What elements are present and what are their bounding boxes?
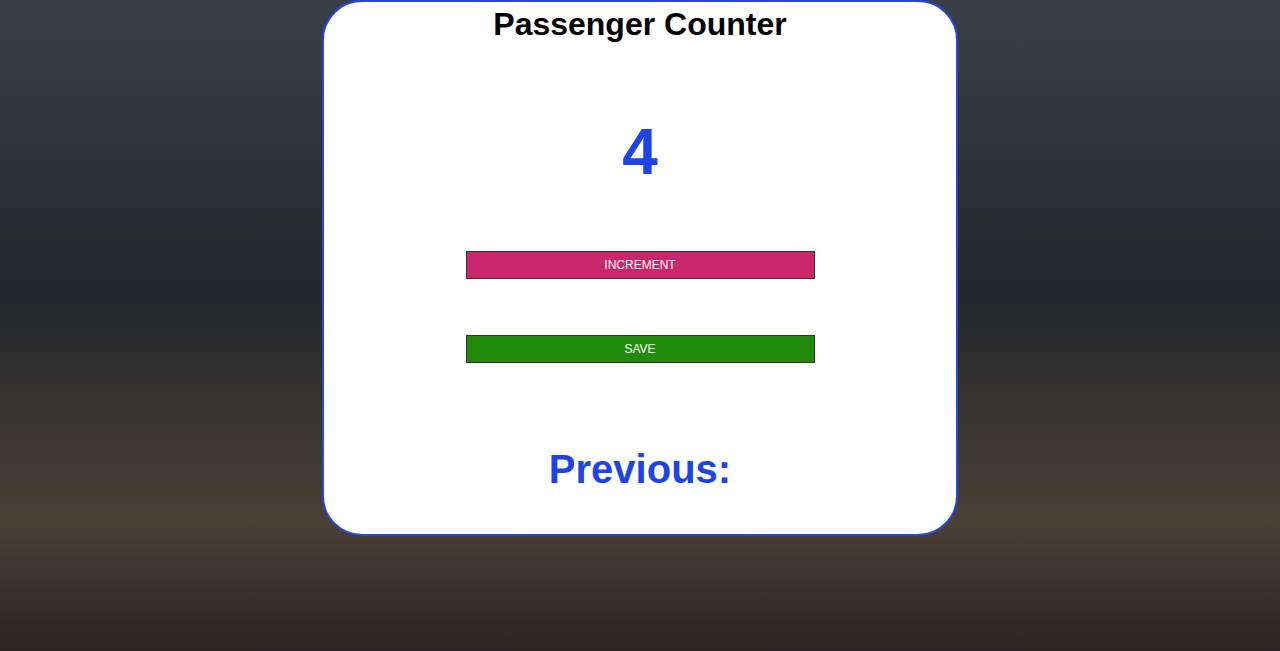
counter-card: Passenger Counter 4 INCREMENT SAVE Previous: bbox=[322, 0, 958, 536]
count-display: 4 bbox=[622, 112, 658, 192]
previous-label: Previous: bbox=[549, 445, 731, 493]
save-button[interactable]: SAVE bbox=[466, 335, 815, 363]
page: Passenger Counter 4 INCREMENT SAVE Previous: bbox=[0, 0, 1280, 651]
title: Passenger Counter bbox=[493, 4, 786, 44]
increment-button[interactable]: INCREMENT bbox=[466, 251, 815, 279]
